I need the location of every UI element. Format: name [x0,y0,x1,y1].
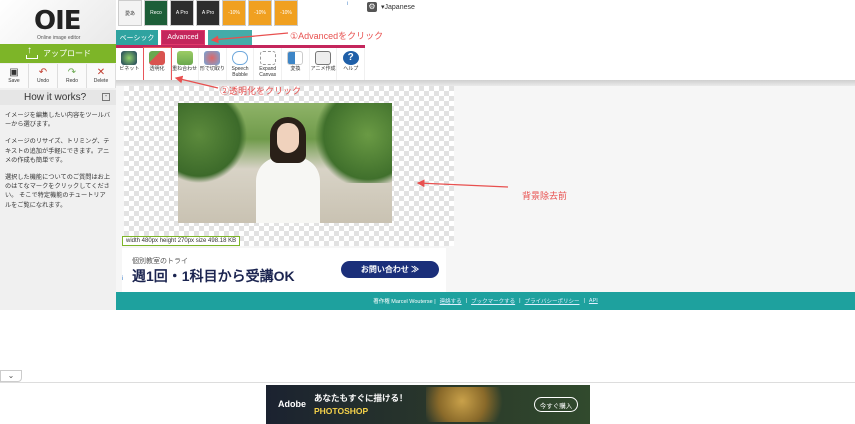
footer-link-bookmark[interactable]: ブックマークする [471,297,515,305]
footer-link-api[interactable]: API [589,298,598,304]
expand-canvas-icon [259,51,276,65]
heart-shape-icon [204,51,221,65]
layers-icon [176,51,193,65]
undo-icon: ↶ [38,67,48,78]
ad-info-icon[interactable]: i [122,276,123,282]
ad-product: PHOTOSHOP [314,406,369,416]
transparency-icon [149,51,165,65]
thumbnail[interactable]: Reco [144,0,168,26]
delete-button[interactable]: ✕ Delete [87,64,116,88]
ad-small-text: 個別教室のトライ [132,258,188,265]
upload-button[interactable]: アップロード [0,44,116,63]
advanced-toolbar: ビネット 透明化 重ね合わせ 形で切取り Speech Bubble Expan… [116,47,366,83]
tab-basic[interactable]: ベーシック [116,30,158,45]
tool-speech-bubble[interactable]: Speech Bubble [227,48,255,82]
tool-label: Expand Canvas [259,66,277,78]
tool-label: 形で切取り [199,66,225,72]
help-icon: ? [342,51,359,65]
tool-label: 透明化 [149,66,165,72]
help-header: How it works? - [0,90,116,105]
sidebar: OIE Online image editor アップロード ▣ Save ↶ … [0,0,116,310]
tool-label: Speech Bubble [231,66,249,78]
undo-label: Undo [37,78,49,84]
ad-headline: 週1回・1科目から受講OK [132,268,295,284]
thumbnail-row: 愛あ Reco A Pro A Pro -10% -10% -10% [116,0,356,28]
animation-icon [315,51,332,65]
thumbnail[interactable]: 愛あ [118,0,142,26]
tool-overlay[interactable]: 重ね合わせ [171,48,200,82]
ad-artwork [426,387,516,422]
thumbnail[interactable]: -10% [274,0,298,26]
upload-label: アップロード [43,49,91,58]
ad-banner[interactable]: 個別教室のトライ 週1回・1科目から受講OK お問い合わせ ≫ i [122,248,446,292]
help-collapse-button[interactable]: - [102,93,110,101]
vignette-icon [121,51,138,65]
image-trees [178,103,248,183]
tool-label: ヘルプ [343,66,359,72]
tool-label: ビネット [119,66,140,72]
ad-contact-button[interactable]: お問い合わせ ≫ [341,261,439,278]
help-paragraph: 選択した機能についてのご質問はお上のはてなマークをクリックしてください。 そこで… [5,174,111,209]
help-paragraph: イメージのリサイズ、トリミング、テキストの追加が手軽にできます。アニメの作成も簡… [5,138,110,164]
ad-headline: あなたもすぐに描ける！ [314,393,408,403]
delete-icon: ✕ [96,67,106,78]
thumbnail[interactable]: -10% [222,0,246,26]
logo[interactable]: OIE Online image editor [0,0,116,44]
convert-icon [287,51,304,65]
redo-label: Redo [66,78,78,84]
edited-image[interactable] [178,103,392,223]
ad-buy-button[interactable]: 今すぐ購入 [534,397,578,412]
redo-icon: ↷ [67,67,77,78]
logo-text: OIE [34,6,82,36]
ad-info-icon[interactable]: i [347,1,348,7]
tool-label: 変換 [290,66,301,72]
footer-link-contact[interactable]: 連絡する [440,297,462,305]
thumbnail[interactable]: A Pro [196,0,220,26]
tool-animation[interactable]: アニメ作成 [310,48,338,82]
app-window: OIE Online image editor アップロード ▣ Save ↶ … [0,0,855,424]
upload-icon [25,45,38,59]
gear-icon: ⚙ [367,2,377,12]
tool-expand-canvas[interactable]: Expand Canvas [254,48,283,82]
tool-vignette[interactable]: ビネット [116,48,144,82]
language-selector[interactable]: ⚙ ▾Japanese [367,2,415,12]
image-subject [277,123,299,153]
logo-subtitle: Online image editor [37,35,81,41]
tool-transparency[interactable]: 透明化 [142,47,173,83]
language-label: ▾Japanese [381,4,415,11]
image-trees [312,103,392,183]
divider [0,382,855,383]
thumbnail[interactable]: -10% [248,0,272,26]
footer-link-privacy[interactable]: プライバシーポリシー [525,297,580,305]
tab-third[interactable] [208,30,252,45]
help-text: イメージを編集したい内容をツールバーから選びます。 イメージのリサイズ、トリミン… [5,111,111,218]
tool-convert[interactable]: 変換 [282,48,310,82]
image-subject [256,157,320,223]
delete-label: Delete [93,78,109,84]
image-info-label: width 480px height 270px size 498.18 KB [122,236,241,246]
bottom-ad-banner[interactable]: Adobe あなたもすぐに描ける！ PHOTOSHOP 今すぐ購入 [266,385,590,424]
tab-advanced[interactable]: Advanced [161,30,205,45]
help-title: How it works? [24,92,87,103]
chevron-down-icon[interactable]: ⌄ [0,370,22,382]
help-paragraph: イメージを編集したい内容をツールバーから選びます。 [5,112,111,129]
footer: 著作権 Marcel Wouterse | 連絡する | ブックマークする | プラ… [116,292,855,310]
redo-button[interactable]: ↷ Redo [58,64,87,88]
undo-button[interactable]: ↶ Undo [29,64,58,88]
speech-bubble-icon [232,51,249,65]
tool-shape-cut[interactable]: 形で切取り [199,48,227,82]
tool-label: アニメ作成 [310,66,336,72]
save-button[interactable]: ▣ Save [0,64,29,88]
save-label: Save [8,78,20,84]
tool-label: 重ね合わせ [172,66,198,72]
save-icon: ▣ [9,67,19,78]
footer-copyright: 著作権 Marcel Wouterse | [373,299,436,305]
annotation-step2: ②透明化をクリック [220,86,302,96]
tool-help[interactable]: ? ヘルプ [337,48,366,82]
ad-brand: Adobe [278,399,306,409]
edit-toolbar: ▣ Save ↶ Undo ↷ Redo ✕ Delete [0,64,116,88]
annotation-step1: ①Advancedをクリック [290,31,384,41]
thumbnail[interactable]: A Pro [170,0,194,26]
annotation-step3: 背景除去前 [522,191,568,201]
